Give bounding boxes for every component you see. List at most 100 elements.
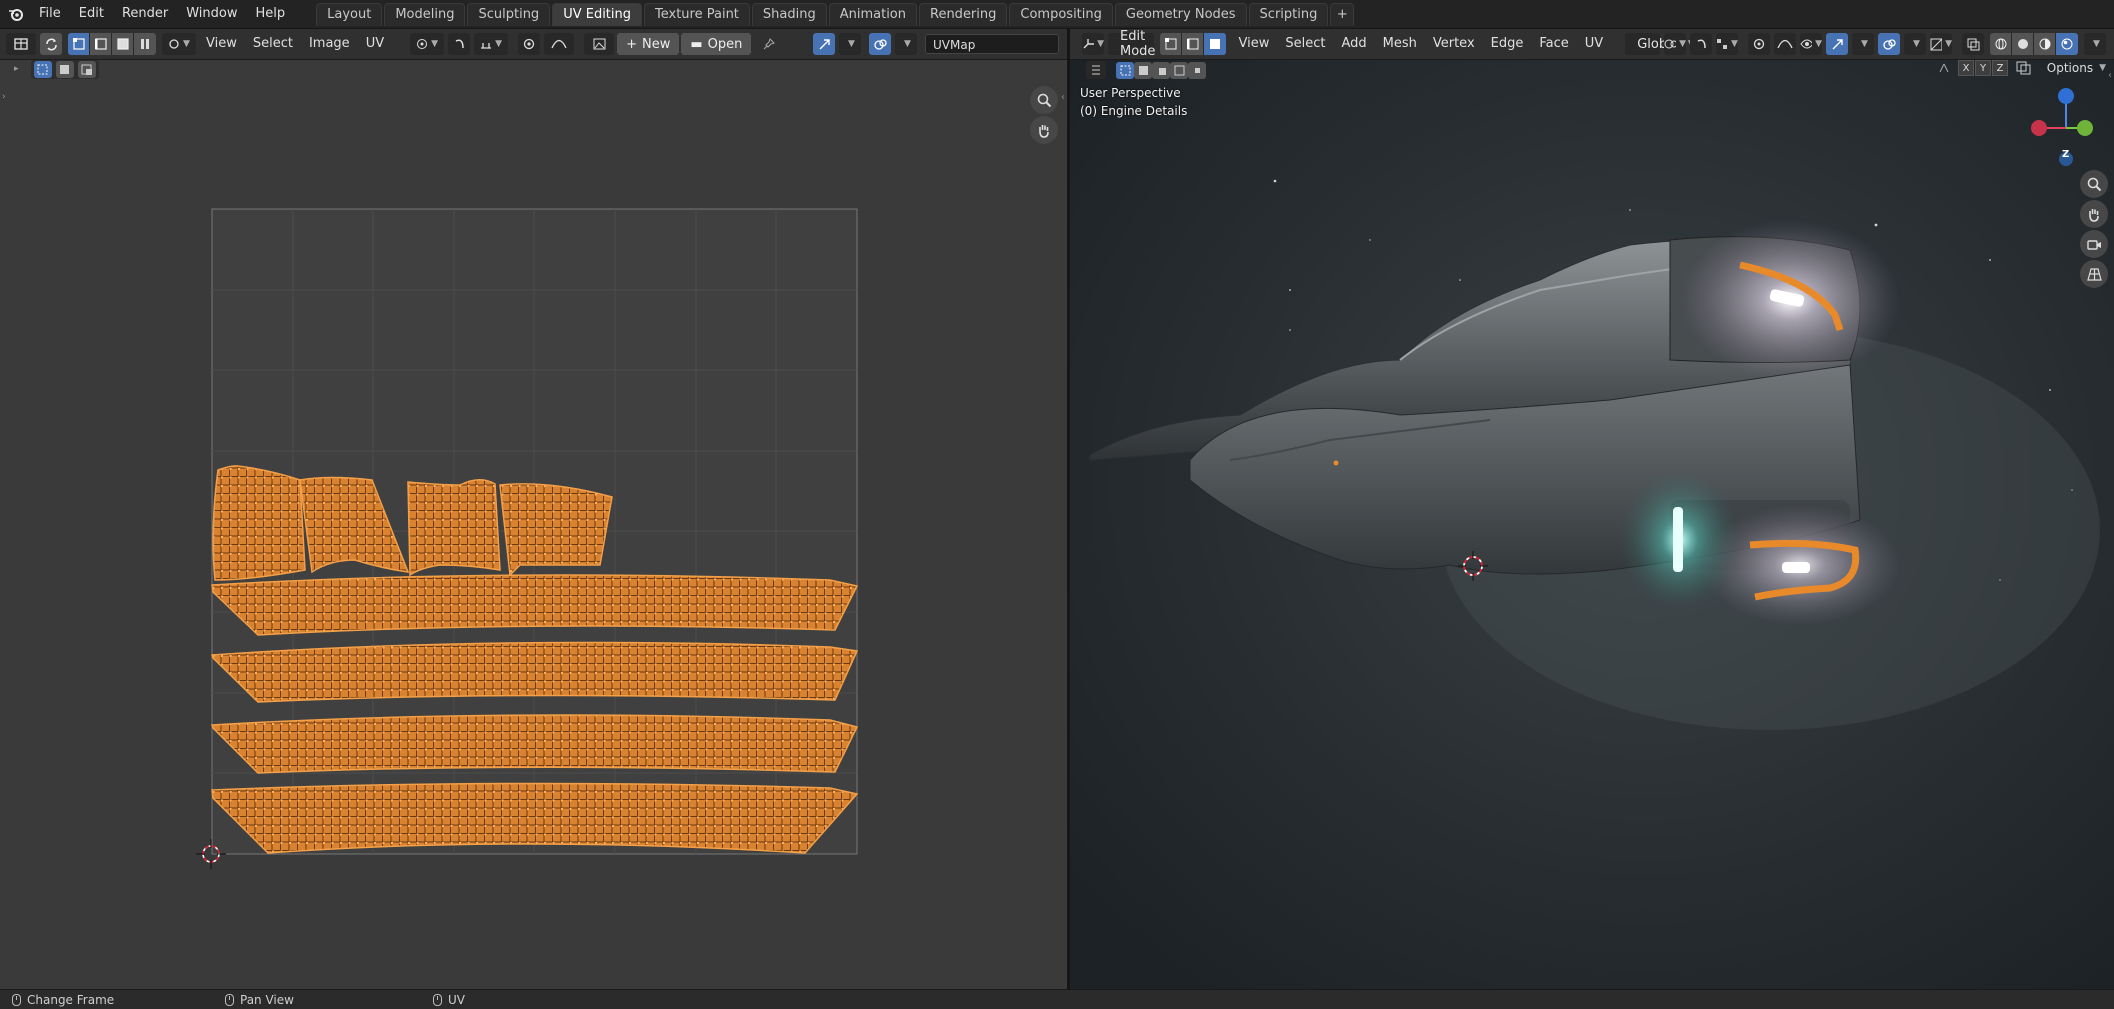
vp-select-subtract-icon[interactable] xyxy=(1152,61,1170,79)
vp-select-box-icon[interactable] xyxy=(1116,61,1134,79)
blender-logo-icon[interactable] xyxy=(2,0,30,28)
material-shading-icon[interactable] xyxy=(2034,33,2056,55)
uv-editor-area[interactable]: ▸ › ‹ xyxy=(0,59,1067,989)
snap-increment-icon[interactable]: ▼ xyxy=(1716,33,1738,55)
menu-help[interactable]: Help xyxy=(247,0,295,28)
face-select-icon[interactable] xyxy=(112,33,134,55)
vp-snap-icon[interactable] xyxy=(1690,33,1712,55)
wireframe-shading-icon[interactable] xyxy=(1990,33,2012,55)
add-workspace-button[interactable]: + xyxy=(1330,3,1355,26)
proportional-editing-icon[interactable] xyxy=(518,33,541,55)
pivot-icon[interactable]: ▼ xyxy=(1664,33,1686,55)
mirror-options-icon[interactable] xyxy=(2016,61,2032,75)
3d-editor-type-icon[interactable]: ▼ xyxy=(1082,33,1104,55)
tab-uv-editing[interactable]: UV Editing xyxy=(552,3,643,26)
rendered-shading-icon[interactable] xyxy=(2056,33,2078,55)
menu-select[interactable]: Select xyxy=(245,33,301,55)
mesh-face-select-icon[interactable] xyxy=(1204,33,1227,55)
vp-menu-face[interactable]: Face xyxy=(1531,33,1576,55)
tab-compositing[interactable]: Compositing xyxy=(1009,3,1113,26)
snap-icon[interactable] xyxy=(448,33,471,55)
sticky-selection-icon[interactable]: ▼ xyxy=(162,33,196,55)
vertex-select-icon[interactable] xyxy=(68,33,90,55)
overlays-dropdown[interactable]: ▼ xyxy=(895,33,917,55)
vp-proportional-icon[interactable] xyxy=(1748,33,1770,55)
falloff-icon[interactable] xyxy=(544,33,575,55)
vp-menu-vertex[interactable]: Vertex xyxy=(1425,33,1483,55)
vp-overlays-icon[interactable] xyxy=(1878,33,1900,55)
tab-shading[interactable]: Shading xyxy=(751,3,827,26)
transform-orientation-dropdown[interactable]: Global▼ xyxy=(1625,33,1695,55)
vp-overlays-dropdown[interactable]: ▼ xyxy=(1904,33,1926,55)
vp-menu-uv[interactable]: UV xyxy=(1577,33,1611,55)
snap-target-icon[interactable]: ▼ xyxy=(474,33,509,55)
tab-sculpting[interactable]: Sculpting xyxy=(467,3,551,26)
vp-falloff-icon[interactable] xyxy=(1774,33,1796,55)
object-origin[interactable] xyxy=(1333,460,1339,466)
vp-menu-mesh[interactable]: Mesh xyxy=(1375,33,1425,55)
toolbar-expand-icon[interactable]: ▸ xyxy=(14,64,19,74)
vp-sidebar-toggle-icon[interactable]: ‹ xyxy=(2108,70,2112,81)
vp-zoom-icon[interactable] xyxy=(2080,170,2108,198)
vp-menu-edge[interactable]: Edge xyxy=(1483,33,1532,55)
perspective-toggle-icon[interactable] xyxy=(2080,260,2108,288)
uv-snap-to-pixels-icon[interactable] xyxy=(813,33,835,55)
viewport-scene[interactable] xyxy=(1070,60,2114,989)
editor-type-icon[interactable] xyxy=(6,33,36,55)
3d-viewport[interactable]: Z User Perspective (0) Engine Details X … xyxy=(1070,60,2114,989)
browse-image-icon[interactable] xyxy=(584,33,615,55)
shading-dropdown[interactable]: ▼ xyxy=(2084,33,2106,55)
visibility-icon[interactable]: ▼ xyxy=(1800,33,1822,55)
menu-image[interactable]: Image xyxy=(301,33,358,55)
tab-geometry-nodes[interactable]: Geometry Nodes xyxy=(1114,3,1247,26)
edge-select-icon[interactable] xyxy=(90,33,112,55)
left-toolbar-arrow-icon[interactable]: › xyxy=(2,92,6,102)
mirror-z-toggle[interactable]: Z xyxy=(1992,60,2008,76)
vp-select-extend-icon[interactable] xyxy=(1134,61,1152,79)
vp-gizmo-dropdown[interactable]: ▼ xyxy=(1852,33,1874,55)
mesh-edge-select-icon[interactable] xyxy=(1182,33,1205,55)
toolbar-toggle-icon[interactable] xyxy=(1086,61,1106,79)
pivot-point-icon[interactable]: ▼ xyxy=(410,33,445,55)
tab-modeling[interactable]: Modeling xyxy=(384,3,466,26)
select-extend-icon[interactable] xyxy=(55,60,74,78)
tab-animation[interactable]: Animation xyxy=(828,3,917,26)
vp-menu-add[interactable]: Add xyxy=(1333,33,1374,55)
uvmap-field[interactable]: UVMap xyxy=(925,34,1059,54)
vp-select-intersect-icon[interactable] xyxy=(1188,61,1206,79)
pan-hand-icon[interactable] xyxy=(1030,116,1058,144)
overlays-icon[interactable] xyxy=(869,33,891,55)
vp-gizmo-icon[interactable] xyxy=(1826,33,1848,55)
vp-select-invert-icon[interactable] xyxy=(1170,61,1188,79)
uv-canvas[interactable] xyxy=(0,60,1067,989)
options-dropdown[interactable]: Options ▼ xyxy=(2047,61,2106,75)
vp-pan-hand-icon[interactable] xyxy=(2080,200,2108,228)
camera-view-icon[interactable] xyxy=(2080,230,2108,258)
tab-rendering[interactable]: Rendering xyxy=(919,3,1008,26)
tab-scripting[interactable]: Scripting xyxy=(1248,3,1329,26)
menu-edit[interactable]: Edit xyxy=(70,0,113,28)
menu-file[interactable]: File xyxy=(30,0,70,28)
mode-selector[interactable]: Edit Mode▼ xyxy=(1108,29,1171,59)
new-image-button[interactable]: + New xyxy=(617,33,680,55)
open-image-button[interactable]: ▬ Open xyxy=(681,33,752,55)
mirror-y-toggle[interactable]: Y xyxy=(1975,60,1991,76)
vp-menu-select[interactable]: Select xyxy=(1277,33,1333,55)
island-select-icon[interactable] xyxy=(134,33,156,55)
menu-uv[interactable]: UV xyxy=(358,33,392,55)
mirror-x-toggle[interactable]: X xyxy=(1958,60,1974,76)
solid-shading-icon[interactable] xyxy=(2012,33,2034,55)
vp-menu-view[interactable]: View xyxy=(1230,33,1277,55)
mesh-vertex-select-icon[interactable] xyxy=(1160,33,1183,55)
menu-window[interactable]: Window xyxy=(177,0,246,28)
zoom-icon[interactable] xyxy=(1030,86,1058,114)
select-subtract-icon[interactable] xyxy=(77,60,96,78)
tab-texture-paint[interactable]: Texture Paint xyxy=(644,3,750,26)
xray-icon[interactable] xyxy=(1962,33,1984,55)
sync-selection-icon[interactable] xyxy=(40,33,62,55)
mesh-edit-overlays-icon[interactable]: ▼ xyxy=(1930,33,1952,55)
select-box-icon[interactable] xyxy=(33,60,52,78)
sidebar-toggle-icon[interactable]: ‹ xyxy=(1061,92,1065,103)
menu-render[interactable]: Render xyxy=(113,0,177,28)
menu-view[interactable]: View xyxy=(198,33,245,55)
